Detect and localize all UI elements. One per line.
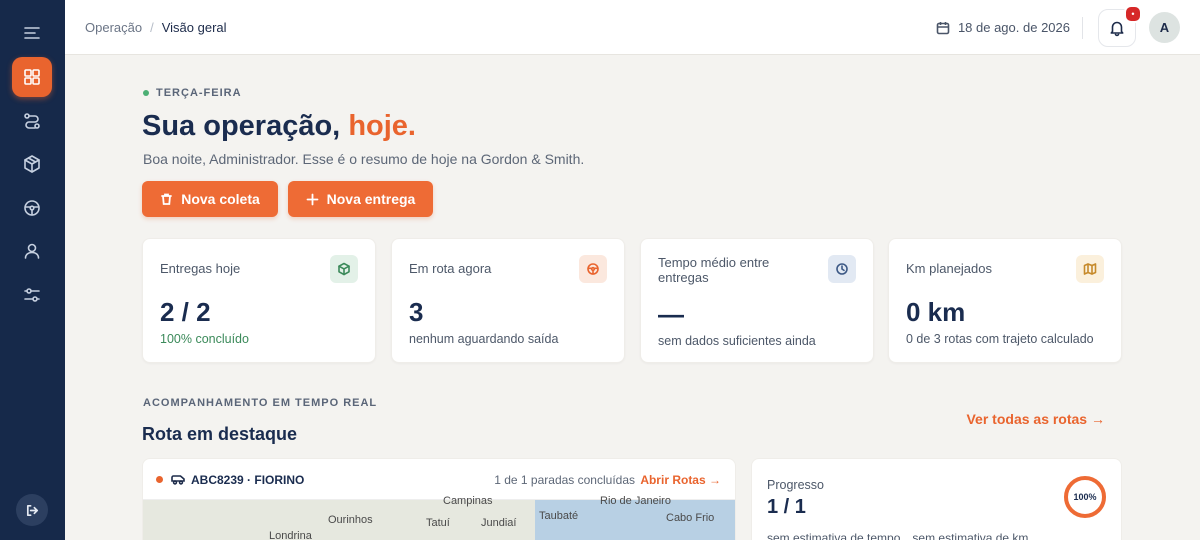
stat-value: 3: [409, 297, 424, 327]
km-estimate: sem estimativa de km: [912, 531, 1029, 540]
map-city: Londrina: [269, 530, 312, 540]
new-delivery-button[interactable]: Nova entrega: [288, 181, 433, 217]
sidebar-item-dashboard[interactable]: [12, 57, 52, 97]
route-header: ABC8239 · FIORINO 1 de 1 paradas concluí…: [143, 459, 735, 500]
menu-toggle-button[interactable]: [12, 13, 52, 53]
box-icon: [338, 262, 350, 276]
logout-icon: [26, 504, 38, 516]
user-icon: [24, 243, 40, 259]
status-dot: [143, 90, 149, 96]
sidebar-item-packages[interactable]: [12, 144, 52, 184]
notification-badge: •: [1124, 5, 1142, 23]
new-delivery-label: Nova entrega: [326, 191, 416, 207]
truck-icon-wrap: [170, 472, 186, 486]
breadcrumb-current: Visão geral: [161, 20, 227, 35]
date-text: 18 de ago. de 2026: [957, 20, 1070, 35]
stat-icon-wrap: [828, 255, 856, 283]
settings-icon: [24, 288, 40, 302]
stat-sub: sem dados suficientes ainda: [658, 334, 816, 348]
current-date: 18 de ago. de 2026: [936, 20, 1070, 35]
page-title-accent: hoje.: [348, 110, 416, 142]
stat-label: Tempo médio entre entregas: [658, 255, 770, 285]
vehicle-plate: ABC8239 · FIORINO: [191, 473, 305, 487]
stat-icon-wrap: [1076, 255, 1104, 283]
map-city: Tatuí: [426, 517, 450, 529]
sidebar-item-users[interactable]: [12, 231, 52, 271]
clock-icon: [836, 263, 848, 275]
progress-ring: 100%: [1064, 476, 1106, 518]
new-pickup-label: Nova coleta: [181, 191, 260, 207]
sidebar-item-settings[interactable]: [12, 275, 52, 315]
avatar[interactable]: A: [1149, 12, 1180, 43]
breadcrumb-separator: /: [150, 20, 154, 35]
bell-icon: [1110, 21, 1124, 37]
package-icon: [24, 155, 40, 173]
routes-icon: [24, 113, 40, 129]
stat-sub: 100% concluído: [160, 332, 249, 346]
topbar-divider: [1082, 17, 1083, 39]
progress-value: 1 / 1: [767, 496, 806, 518]
stat-card-on-route: Em rota agora 3 nenhum aguardando saída: [391, 238, 625, 363]
sidebar-item-routes[interactable]: [12, 101, 52, 141]
see-all-routes-link[interactable]: Ver todas as rotas →: [966, 411, 1105, 427]
stat-card-avg-time: Tempo médio entre entregas — sem dados s…: [640, 238, 874, 363]
steering-icon: [587, 263, 599, 275]
weekday-text: TERÇA-FEIRA: [156, 87, 242, 99]
stat-icon-wrap: [579, 255, 607, 283]
stat-icon-wrap: [330, 255, 358, 283]
stat-value: 2 / 2: [160, 297, 211, 327]
notifications-button[interactable]: •: [1098, 5, 1142, 47]
logout-button[interactable]: [16, 494, 48, 526]
progress-card: Progresso 1 / 1 100% sem estimativa de t…: [751, 458, 1122, 540]
stops-completed: 1 de 1 paradas concluídas: [494, 473, 635, 487]
map-city: Jundiaí: [481, 517, 517, 529]
route-map[interactable]: Campinas Rio de Janeiro Ourinhos Taubaté…: [143, 495, 735, 540]
weekday-label: TERÇA-FEIRA: [143, 87, 242, 99]
stat-label: Em rota agora: [409, 261, 492, 276]
new-pickup-button[interactable]: Nova coleta: [142, 181, 278, 217]
dashboard-icon: [24, 69, 40, 85]
steering-icon: [24, 200, 40, 216]
stat-value: 0 km: [906, 297, 966, 327]
map-city: Cabo Frio: [666, 512, 715, 524]
section-title: Rota em destaque: [142, 424, 298, 444]
page-title: Sua operação, hoje.: [142, 110, 416, 143]
breadcrumb-parent[interactable]: Operação: [85, 20, 142, 35]
plus-icon: [306, 193, 319, 205]
sidebar: [0, 0, 65, 540]
stat-sub: 0 de 3 rotas com trajeto calculado: [906, 332, 1094, 346]
page-subtitle: Boa noite, Administrador. Esse é o resum…: [143, 151, 585, 167]
breadcrumb: Operação / Visão geral: [85, 20, 227, 35]
featured-route-card: ABC8239 · FIORINO 1 de 1 paradas concluí…: [142, 458, 736, 540]
topbar: Operação / Visão geral 18 de ago. de 202…: [65, 0, 1200, 55]
stat-label: Entregas hoje: [160, 261, 241, 276]
section-kicker: ACOMPANHAMENTO EM TEMPO REAL: [143, 397, 378, 409]
open-routes-link[interactable]: Abrir Rotas →: [640, 473, 721, 487]
page-title-main: Sua operação,: [142, 110, 341, 142]
stat-label: Km planejados: [906, 261, 992, 276]
truck-icon: [171, 475, 185, 485]
progress-label: Progresso: [767, 478, 824, 492]
map-city: Taubaté: [539, 510, 579, 522]
calendar-icon: [936, 21, 950, 34]
map-icon: [1083, 263, 1097, 275]
time-estimate: sem estimativa de tempo: [767, 531, 901, 540]
menu-icon: [24, 27, 40, 39]
sidebar-item-drivers[interactable]: [12, 188, 52, 228]
map-city: Rio de Janeiro: [600, 495, 671, 507]
progress-footer: sem estimativa de tempo sem estimativa d…: [767, 531, 1028, 540]
stat-value: —: [658, 299, 684, 329]
live-indicator: [156, 476, 163, 483]
map-city: Campinas: [443, 495, 493, 507]
stat-sub: nenhum aguardando saída: [409, 332, 559, 346]
pickup-icon: [161, 193, 173, 205]
stat-card-deliveries: Entregas hoje 2 / 2 100% concluído: [142, 238, 376, 363]
stat-card-km: Km planejados 0 km 0 de 3 rotas com traj…: [888, 238, 1122, 363]
map-city: Ourinhos: [328, 514, 373, 526]
